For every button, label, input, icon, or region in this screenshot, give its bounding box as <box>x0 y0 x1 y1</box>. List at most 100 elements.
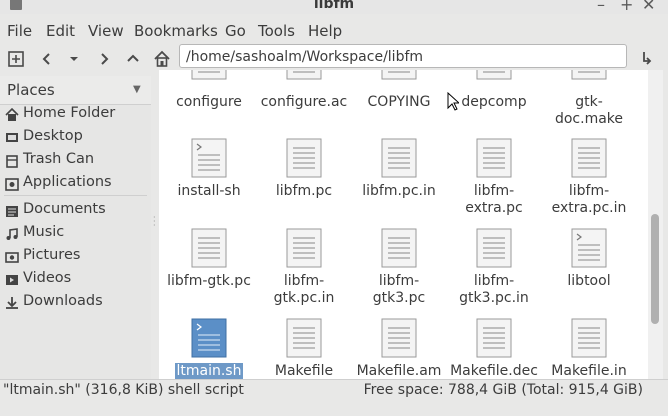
history-dropdown-button[interactable] <box>63 48 85 70</box>
close-icon[interactable]: ✕ <box>642 0 655 14</box>
splitter-grip-icon: · · · <box>153 213 156 230</box>
sidebar-item-pictures[interactable]: Pictures <box>0 246 151 268</box>
file-item[interactable]: libfm-gtk3.pc <box>352 228 446 308</box>
sidebar-item-label: Desktop <box>23 128 83 144</box>
file-item[interactable]: Makefile.am <box>352 318 446 379</box>
file-name: libfm-extra.pc <box>465 183 523 216</box>
text-file-icon <box>476 228 512 268</box>
sidebar-item-label: Videos <box>23 270 72 286</box>
text-file-icon <box>191 228 227 268</box>
sidebar-item-music[interactable]: Music <box>0 223 151 245</box>
title-bar: libfm – + ✕ <box>0 0 668 14</box>
file-item[interactable]: libfm-gtk.pc.in <box>257 228 351 308</box>
sidebar-item-label: Home Folder <box>23 105 116 121</box>
downloads-icon <box>6 297 18 309</box>
text-file-icon <box>286 70 322 80</box>
sidebar-item-label: Pictures <box>23 247 81 263</box>
file-name: COPYING <box>367 94 431 110</box>
file-item[interactable]: libtool <box>542 228 636 308</box>
places-selector[interactable]: Places ▼ <box>0 76 151 105</box>
file-item[interactable]: depcomp <box>447 70 541 130</box>
scrollbar-thumb[interactable] <box>651 214 659 324</box>
text-file-icon <box>571 318 607 358</box>
sidebar-item-downloads[interactable]: Downloads <box>0 292 151 314</box>
file-item[interactable]: libfm-extra.pc.in <box>542 138 636 218</box>
documents-icon <box>6 206 18 217</box>
chevron-down-icon <box>70 57 78 61</box>
file-name: libfm-gtk3.pc.in <box>459 273 529 306</box>
file-name: libfm-gtk.pc <box>167 273 251 289</box>
places-label: Places <box>7 81 55 99</box>
file-item[interactable]: libfm-gtk.pc <box>162 228 256 308</box>
file-item[interactable]: COPYING <box>352 70 446 130</box>
sidebar-item-label: Trash Can <box>23 151 95 167</box>
pictures-icon <box>5 252 19 263</box>
file-name: configure <box>176 94 242 110</box>
file-item[interactable]: Makefile <box>257 318 351 379</box>
go-button[interactable] <box>636 48 658 70</box>
file-name: libfm.pc.in <box>362 183 436 199</box>
sidebar-item-label: Downloads <box>23 293 103 309</box>
file-item[interactable]: install-sh <box>162 138 256 218</box>
menu-view[interactable]: View <box>88 22 124 40</box>
file-item[interactable]: Makefile.in <box>542 318 636 379</box>
script-file-icon <box>191 138 227 178</box>
menu-tools[interactable]: Tools <box>258 22 295 40</box>
text-file-icon <box>286 318 322 358</box>
path-input[interactable]: /home/sashoalm/Workspace/libfm <box>179 44 627 68</box>
menu-help[interactable]: Help <box>308 22 342 40</box>
minimize-icon[interactable]: – <box>597 0 605 14</box>
file-name: configure.ac <box>260 94 348 110</box>
menu-bookmarks[interactable]: Bookmarks <box>134 22 218 40</box>
file-name: Makefile.in <box>551 363 627 379</box>
text-file-icon <box>381 138 417 178</box>
file-item-selected[interactable]: ltmain.sh <box>162 318 256 379</box>
menu-go[interactable]: Go <box>225 22 246 40</box>
file-name: libfm-gtk3.pc <box>372 273 426 306</box>
file-view: configure configure.ac COPYING depcomp g… <box>159 70 648 379</box>
sidebar-item-home-folder[interactable]: Home Folder <box>0 104 151 126</box>
chevron-right-icon <box>101 53 109 65</box>
text-file-icon <box>286 228 322 268</box>
new-tab-button[interactable] <box>5 48 27 70</box>
maximize-icon[interactable]: + <box>620 0 633 14</box>
file-item[interactable]: libfm-extra.pc <box>447 138 541 218</box>
file-item[interactable]: libfm.pc.in <box>352 138 446 218</box>
trash-icon <box>6 155 18 168</box>
sidebar-item-trash-can[interactable]: Trash Can <box>0 150 151 172</box>
text-file-icon <box>476 318 512 358</box>
sidebar-item-desktop[interactable]: Desktop <box>0 127 151 149</box>
file-item[interactable]: libfm.pc <box>257 138 351 218</box>
file-item[interactable]: libfm-gtk3.pc.in <box>447 228 541 308</box>
file-item[interactable]: gtk-doc.make <box>542 70 636 130</box>
file-name: Makefile.dec <box>450 363 538 379</box>
back-button[interactable] <box>36 48 58 70</box>
script-file-icon <box>191 318 227 358</box>
file-item[interactable]: configure.ac <box>257 70 351 130</box>
sidebar-item-applications[interactable]: Applications <box>0 173 151 195</box>
pane-splitter[interactable]: · · · <box>151 76 159 379</box>
sidebar-item-label: Documents <box>23 201 106 217</box>
text-file-icon <box>571 70 607 80</box>
text-file-icon <box>381 318 417 358</box>
text-file-icon <box>381 70 417 80</box>
home-button[interactable] <box>151 48 173 70</box>
file-name: Makefile.am <box>356 363 442 379</box>
sidebar-item-label: Applications <box>23 174 112 190</box>
text-file-icon <box>571 138 607 178</box>
free-space-status: Free space: 788,4 GiB (Total: 915,4 GiB) <box>363 382 643 398</box>
file-item[interactable]: configure <box>162 70 256 130</box>
up-button[interactable] <box>122 48 144 70</box>
file-name: install-sh <box>177 183 241 199</box>
music-icon <box>6 228 18 240</box>
menu-file[interactable]: File <box>7 22 32 40</box>
sidebar-item-videos[interactable]: Videos <box>0 269 151 291</box>
new-tab-icon <box>8 51 24 67</box>
file-item[interactable]: Makefile.dec <box>447 318 541 379</box>
vertical-scrollbar[interactable] <box>648 70 663 379</box>
file-name: gtk-doc.make <box>554 94 624 127</box>
sidebar-item-documents[interactable]: Documents <box>0 200 151 222</box>
desktop-icon <box>6 133 18 142</box>
menu-edit[interactable]: Edit <box>46 22 75 40</box>
forward-button[interactable] <box>93 48 115 70</box>
